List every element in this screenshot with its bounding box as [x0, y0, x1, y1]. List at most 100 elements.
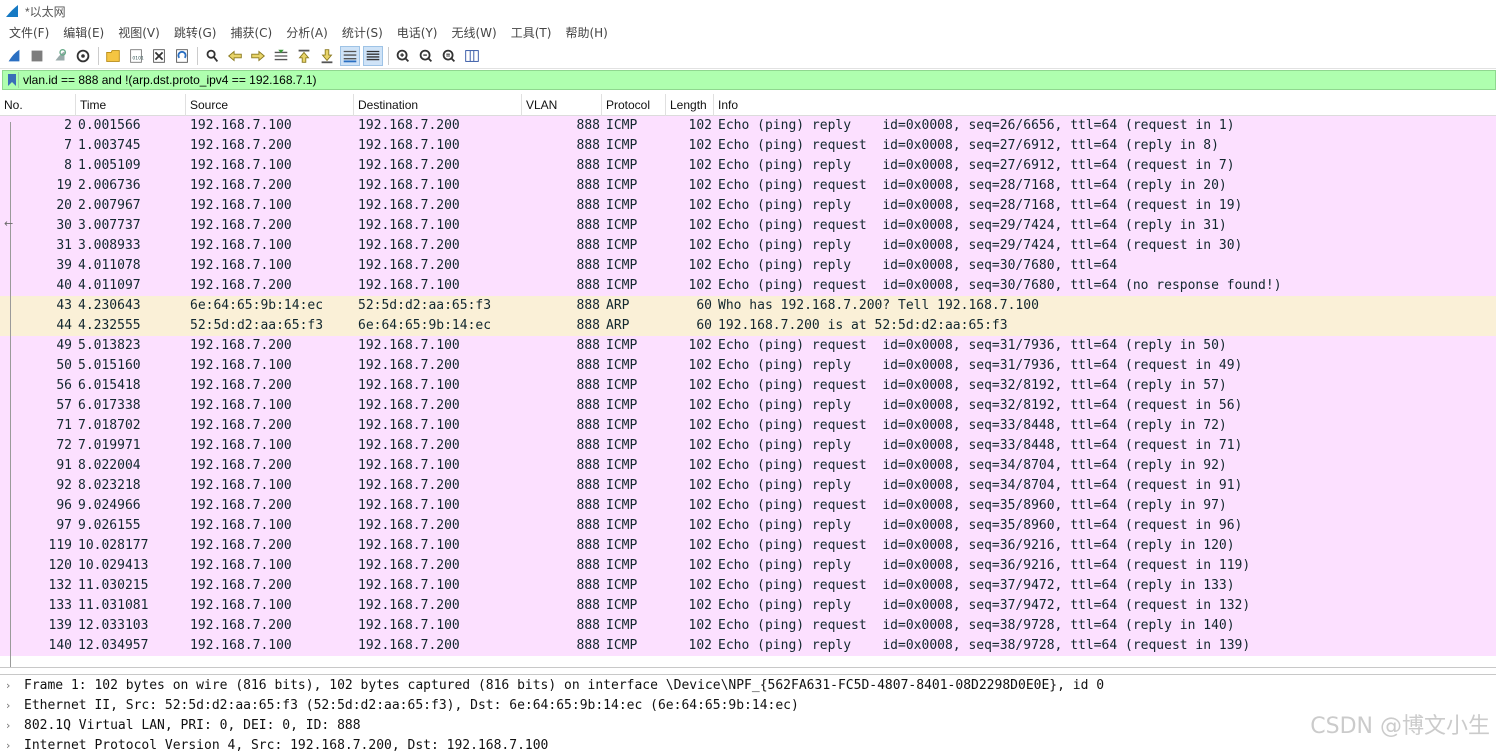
detail-tree-item[interactable]: › 802.1Q Virtual LAN, PRI: 0, DEI: 0, ID:…: [0, 716, 1496, 736]
go-back-icon[interactable]: [225, 46, 245, 66]
table-row[interactable]: 43 4.230643 6e:64:65:9b:14:ec 52:5d:d2:aa:6…: [0, 296, 1496, 316]
cell-time: 3.008933: [78, 238, 141, 253]
go-last-icon[interactable]: [317, 46, 337, 66]
colorize-icon[interactable]: [363, 45, 383, 66]
table-row[interactable]: 120 10.029413 192.168.7.100 192.168.7.200 88…: [0, 556, 1496, 576]
menu-telephony[interactable]: 电话(Y): [390, 24, 445, 41]
table-row[interactable]: 39 4.011078 192.168.7.100 192.168.7.200 888 I…: [0, 256, 1496, 276]
capture-options-icon[interactable]: [73, 46, 93, 66]
table-row[interactable]: 44 4.232555 52:5d:d2:aa:65:f3 6e:64:65:9b:1…: [0, 316, 1496, 336]
table-row[interactable]: 91 8.022004 192.168.7.200 192.168.7.100 888 I…: [0, 456, 1496, 476]
menu-help[interactable]: 帮助(H): [558, 24, 614, 41]
cell-vlan: 888: [576, 558, 600, 573]
table-row[interactable]: 50 5.015160 192.168.7.100 192.168.7.200 888 I…: [0, 356, 1496, 376]
table-row[interactable]: 8 1.005109 192.168.7.100 192.168.7.200 888 IC…: [0, 156, 1496, 176]
table-row[interactable]: 2 0.001566 192.168.7.100 192.168.7.200 888 IC…: [0, 116, 1496, 136]
cell-src: 192.168.7.200: [190, 418, 292, 433]
cell-vlan: 888: [576, 438, 600, 453]
cell-dst: 192.168.7.200: [358, 358, 460, 373]
table-row[interactable]: 19 2.006736 192.168.7.200 192.168.7.100 888 I…: [0, 176, 1496, 196]
go-forward-icon[interactable]: [248, 46, 268, 66]
zoom-normal-icon[interactable]: [439, 46, 459, 66]
cell-vlan: 888: [576, 458, 600, 473]
column-header-time[interactable]: Time: [76, 94, 186, 116]
menu-tools[interactable]: 工具(T): [504, 24, 559, 41]
expand-chevron-icon[interactable]: ›: [6, 736, 10, 752]
cell-dst: 192.168.7.200: [358, 398, 460, 413]
cell-len: 102: [688, 538, 712, 553]
table-row[interactable]: 71 7.018702 192.168.7.200 192.168.7.100 888 I…: [0, 416, 1496, 436]
expand-chevron-icon[interactable]: ›: [6, 676, 10, 696]
table-row[interactable]: 7 1.003745 192.168.7.200 192.168.7.100 888 IC…: [0, 136, 1496, 156]
menu-edit[interactable]: 编辑(E): [56, 24, 111, 41]
table-row[interactable]: 132 11.030215 192.168.7.200 192.168.7.100 88…: [0, 576, 1496, 596]
table-row[interactable]: 72 7.019971 192.168.7.100 192.168.7.200 888 I…: [0, 436, 1496, 456]
find-packet-icon[interactable]: [202, 46, 222, 66]
cell-proto: ICMP: [606, 558, 638, 573]
cell-time: 12.034957: [78, 638, 149, 653]
display-filter-bar[interactable]: vlan.id == 888 and !(arp.dst.proto_ipv4 …: [2, 70, 1496, 90]
packet-details[interactable]: › Frame 1: 102 bytes on wire (816 bits), …: [0, 674, 1496, 752]
column-header-info[interactable]: Info: [714, 94, 1496, 116]
cell-vlan: 888: [576, 398, 600, 413]
column-header-source[interactable]: Source: [186, 94, 354, 116]
packet-list[interactable]: No. Time Source Destination VLAN Protoco…: [0, 94, 1496, 668]
detail-tree-item[interactable]: › Internet Protocol Version 4, Src: 192.1…: [0, 736, 1496, 752]
column-header-protocol[interactable]: Protocol: [602, 94, 666, 116]
detail-tree-item[interactable]: › Frame 1: 102 bytes on wire (816 bits), …: [0, 676, 1496, 696]
table-row[interactable]: 92 8.023218 192.168.7.100 192.168.7.200 888 I…: [0, 476, 1496, 496]
cell-dst: 192.168.7.100: [358, 138, 460, 153]
table-row[interactable]: 30 3.007737 192.168.7.200 192.168.7.100 888 I…: [0, 216, 1496, 236]
auto-scroll-icon[interactable]: [340, 45, 360, 66]
table-row[interactable]: 56 6.015418 192.168.7.200 192.168.7.100 888 I…: [0, 376, 1496, 396]
detail-tree-item[interactable]: › Ethernet II, Src: 52:5d:d2:aa:65:f3 (52…: [0, 696, 1496, 716]
restart-capture-icon[interactable]: [50, 46, 70, 66]
table-row[interactable]: 96 9.024966 192.168.7.200 192.168.7.100 888 I…: [0, 496, 1496, 516]
menu-statistics[interactable]: 统计(S): [335, 24, 390, 41]
table-row[interactable]: 31 3.008933 192.168.7.100 192.168.7.200 888 I…: [0, 236, 1496, 256]
cell-dst: 52:5d:d2:aa:65:f3: [358, 298, 492, 313]
bookmark-icon[interactable]: [5, 72, 19, 88]
cell-info: Echo (ping) request id=0x0008, seq=34/87…: [718, 458, 1227, 473]
expand-chevron-icon[interactable]: ›: [6, 696, 10, 716]
cell-proto: ICMP: [606, 238, 638, 253]
column-header-destination[interactable]: Destination: [354, 94, 522, 116]
table-row[interactable]: 140 12.034957 192.168.7.100 192.168.7.200 88…: [0, 636, 1496, 656]
expand-chevron-icon[interactable]: ›: [6, 716, 10, 736]
table-row[interactable]: 97 9.026155 192.168.7.100 192.168.7.200 888 I…: [0, 516, 1496, 536]
column-header-vlan[interactable]: VLAN: [522, 94, 602, 116]
menu-wireless[interactable]: 无线(W): [445, 24, 504, 41]
start-capture-icon[interactable]: [4, 46, 24, 66]
zoom-in-icon[interactable]: [393, 46, 413, 66]
cell-time: 5.015160: [78, 358, 141, 373]
reload-file-icon[interactable]: [172, 46, 192, 66]
go-to-packet-icon[interactable]: [271, 46, 291, 66]
table-row[interactable]: 20 2.007967 192.168.7.100 192.168.7.200 888 I…: [0, 196, 1496, 216]
table-row[interactable]: 119 10.028177 192.168.7.200 192.168.7.100 88…: [0, 536, 1496, 556]
menu-view[interactable]: 视图(V): [111, 24, 167, 41]
display-filter-input[interactable]: vlan.id == 888 and !(arp.dst.proto_ipv4 …: [19, 73, 317, 87]
cell-info: Echo (ping) request id=0x0008, seq=33/84…: [718, 418, 1227, 433]
stop-capture-icon[interactable]: [27, 46, 47, 66]
cell-dst: 192.168.7.200: [358, 558, 460, 573]
table-row[interactable]: 57 6.017338 192.168.7.100 192.168.7.200 888 I…: [0, 396, 1496, 416]
column-header-no[interactable]: No.: [0, 94, 76, 116]
packet-list-header: No. Time Source Destination VLAN Protoco…: [0, 94, 1496, 116]
go-first-icon[interactable]: [294, 46, 314, 66]
menu-go[interactable]: 跳转(G): [167, 24, 224, 41]
table-row[interactable]: 133 11.031081 192.168.7.100 192.168.7.200 88…: [0, 596, 1496, 616]
table-row[interactable]: 49 5.013823 192.168.7.200 192.168.7.100 888 I…: [0, 336, 1496, 356]
cell-dst: 192.168.7.100: [358, 278, 460, 293]
table-row[interactable]: 139 12.033103 192.168.7.200 192.168.7.100 88…: [0, 616, 1496, 636]
cell-src: 192.168.7.100: [190, 198, 292, 213]
close-file-icon[interactable]: [149, 46, 169, 66]
menu-analyze[interactable]: 分析(A): [279, 24, 335, 41]
column-header-length[interactable]: Length: [666, 94, 714, 116]
menu-file[interactable]: 文件(F): [2, 24, 56, 41]
table-row[interactable]: 40 4.011097 192.168.7.200 192.168.7.100 888 I…: [0, 276, 1496, 296]
resize-columns-icon[interactable]: [462, 46, 482, 66]
zoom-out-icon[interactable]: [416, 46, 436, 66]
open-file-icon[interactable]: [103, 46, 123, 66]
save-file-icon[interactable]: 0101: [126, 46, 146, 66]
menu-capture[interactable]: 捕获(C): [223, 24, 279, 41]
